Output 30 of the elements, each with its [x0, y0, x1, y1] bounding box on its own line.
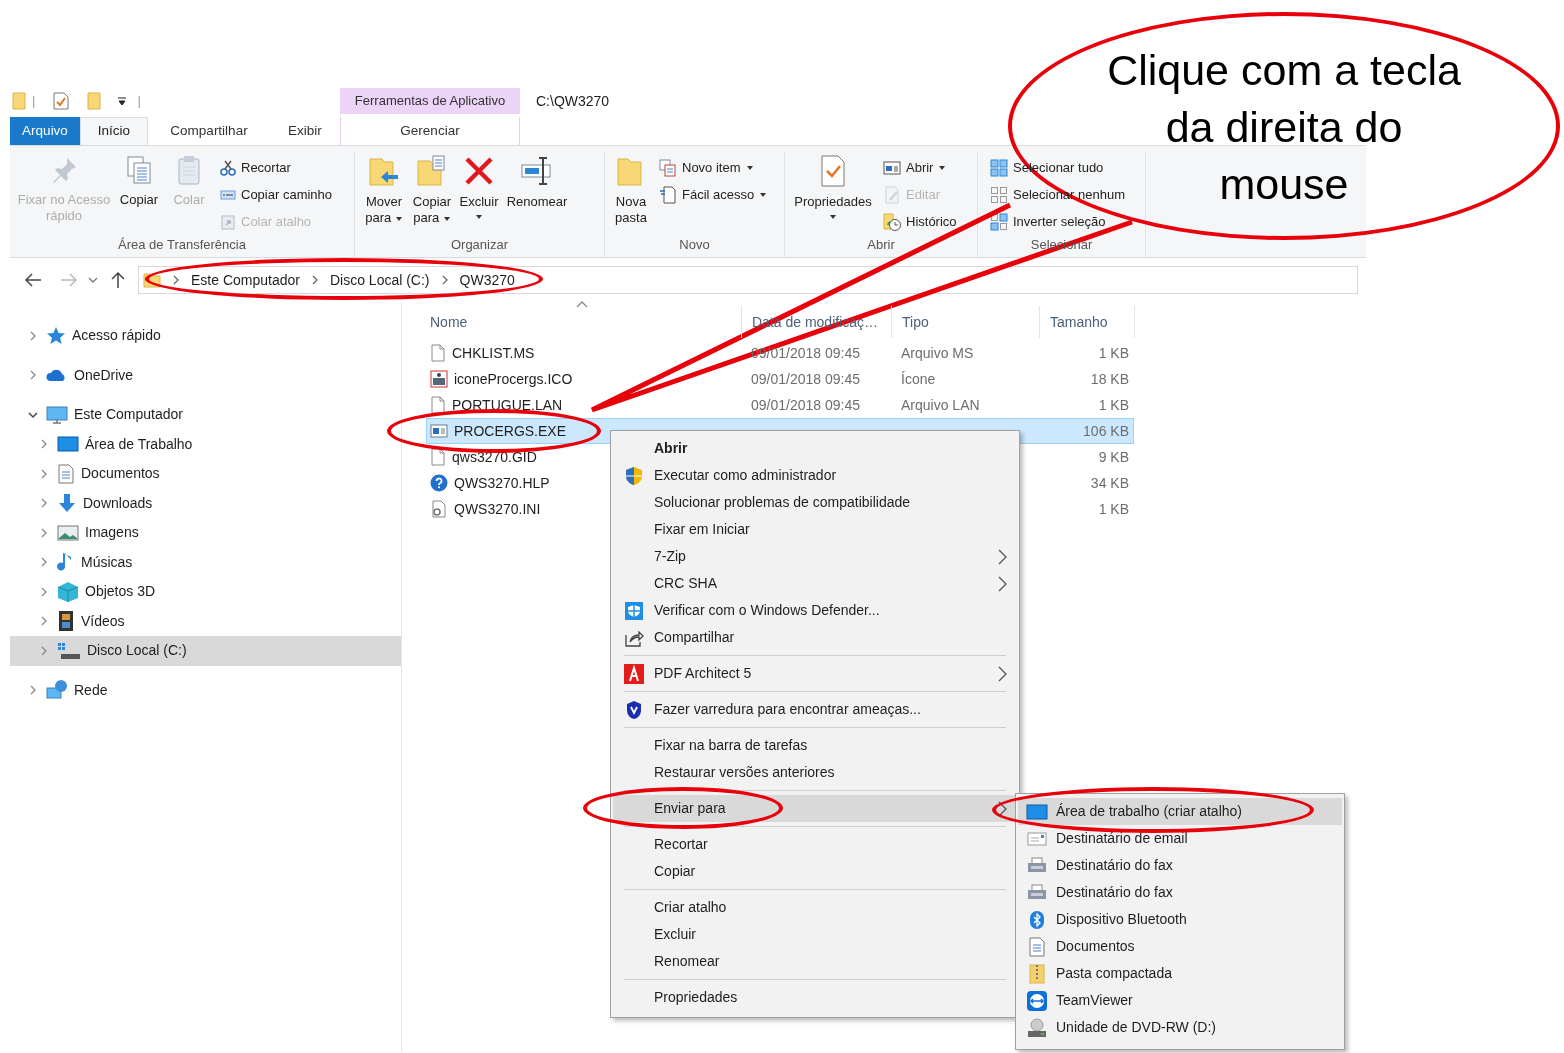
- size-cell-text: 18 KB: [1090, 369, 1129, 389]
- type-cell: Arquivo MS: [901, 344, 974, 361]
- file-name: qws3270.GID: [452, 447, 537, 467]
- file-name: PROCERGS.EXE: [454, 421, 567, 441]
- contextual-tab-group: Ferramentas de Aplicativo: [340, 88, 520, 114]
- toolbar-separator: |: [137, 92, 141, 111]
- size-cell-text: 34 KB: [1090, 473, 1129, 493]
- file-name: CHKLIST.MS: [452, 343, 535, 363]
- file-name: QWS3270.HLP: [454, 473, 550, 493]
- callout-text-line: da direita do: [1165, 102, 1403, 153]
- group-label: Abrir: [866, 236, 896, 254]
- size-cell-text: 9 KB: [1098, 447, 1129, 467]
- group-label: Novo: [678, 236, 711, 254]
- date-cell: 09/01/2018 09:45: [751, 370, 860, 387]
- size-cell-text: 1 KB: [1098, 395, 1129, 415]
- size-cell-text: 1 KB: [1098, 343, 1129, 363]
- file-name: PORTUGUE.LAN: [452, 395, 563, 415]
- group-label: Área de Transferência: [117, 236, 247, 254]
- file-name: QWS3270.INI: [454, 499, 541, 519]
- toolbar-separator: |: [32, 92, 36, 111]
- type-cell: Ícone: [901, 370, 936, 387]
- window-title: C:\QW3270: [536, 91, 610, 111]
- type-cell: Arquivo LAN: [901, 396, 980, 413]
- size-cell-text: 1 KB: [1098, 499, 1129, 519]
- file-name: iconeProcergs.ICO: [454, 369, 573, 389]
- group-label: Organizar: [449, 236, 510, 254]
- callout-text-line: Clique com a tecla: [1107, 45, 1461, 96]
- date-cell: 09/01/2018 09:45: [751, 396, 860, 413]
- size-cell-text: 106 KB: [1083, 421, 1129, 441]
- callout-text-line: mouse: [1219, 159, 1349, 210]
